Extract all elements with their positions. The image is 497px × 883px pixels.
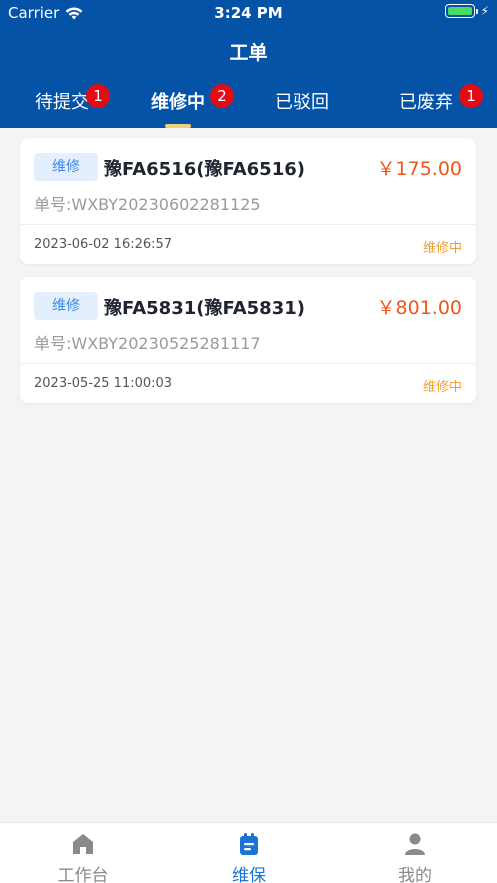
tab-label: 待提交 xyxy=(35,92,89,113)
home-icon xyxy=(73,834,93,854)
tab-rejected[interactable]: 已驳回 xyxy=(240,82,364,128)
order-card[interactable]: 维修 豫FA5831(豫FA5831) ￥801.00 单号:WXBY20230… xyxy=(20,277,476,403)
tab-label: 已废弃 xyxy=(399,92,453,113)
tab-bar: 待提交 1 维修中 2 已驳回 已废弃 1 xyxy=(0,82,497,128)
bottom-nav: 工作台 维保 我的 xyxy=(0,822,497,883)
nav-label: 维保 xyxy=(232,866,266,883)
nav-maintenance[interactable]: 维保 xyxy=(166,823,332,883)
battery-indicator: ⚡ xyxy=(444,4,489,18)
order-date: 2023-05-25 11:00:03 xyxy=(34,376,173,391)
tab-label: 维修中 xyxy=(151,92,205,113)
calendar-list-icon xyxy=(240,833,258,855)
tab-discarded[interactable]: 已废弃 1 xyxy=(364,82,488,128)
order-type-tag: 维修 xyxy=(34,153,98,181)
order-card[interactable]: 维修 豫FA6516(豫FA6516) ￥175.00 单号:WXBY20230… xyxy=(20,138,476,264)
order-type-tag: 维修 xyxy=(34,292,98,320)
plate-number: 豫FA6516(豫FA6516) xyxy=(104,159,305,180)
nav-workbench[interactable]: 工作台 xyxy=(0,823,166,883)
tab-in-repair[interactable]: 维修中 2 xyxy=(116,82,240,128)
status-bar: Carrier 3:24 PM ⚡ xyxy=(0,0,497,26)
user-icon xyxy=(405,833,425,855)
order-date: 2023-06-02 16:26:57 xyxy=(34,237,173,252)
tab-pending-submit[interactable]: 待提交 1 xyxy=(0,82,124,128)
count-badge: 2 xyxy=(210,84,234,108)
order-number: 单号:WXBY20230525281117 xyxy=(34,334,261,353)
nav-label: 我的 xyxy=(398,866,432,883)
clock: 3:24 PM xyxy=(214,4,283,22)
order-price: ￥801.00 xyxy=(376,297,462,319)
order-status: 维修中 xyxy=(422,241,462,256)
battery-icon xyxy=(444,4,478,18)
charging-bolt-icon: ⚡ xyxy=(480,4,489,18)
order-status: 维修中 xyxy=(422,380,462,395)
nav-label: 工作台 xyxy=(57,866,109,883)
app-header: Carrier 3:24 PM ⚡ 工单 待提交 1 维修中 2 已驳回 已废弃… xyxy=(0,0,497,128)
count-badge: 1 xyxy=(459,84,483,108)
order-price: ￥175.00 xyxy=(376,158,462,180)
active-tab-indicator xyxy=(165,124,191,128)
count-badge: 1 xyxy=(86,84,110,108)
order-number: 单号:WXBY20230602281125 xyxy=(34,195,261,214)
tab-label: 已驳回 xyxy=(275,92,329,113)
plate-number: 豫FA5831(豫FA5831) xyxy=(104,298,305,319)
page-title: 工单 xyxy=(229,42,268,64)
nav-mine[interactable]: 我的 xyxy=(332,823,497,883)
